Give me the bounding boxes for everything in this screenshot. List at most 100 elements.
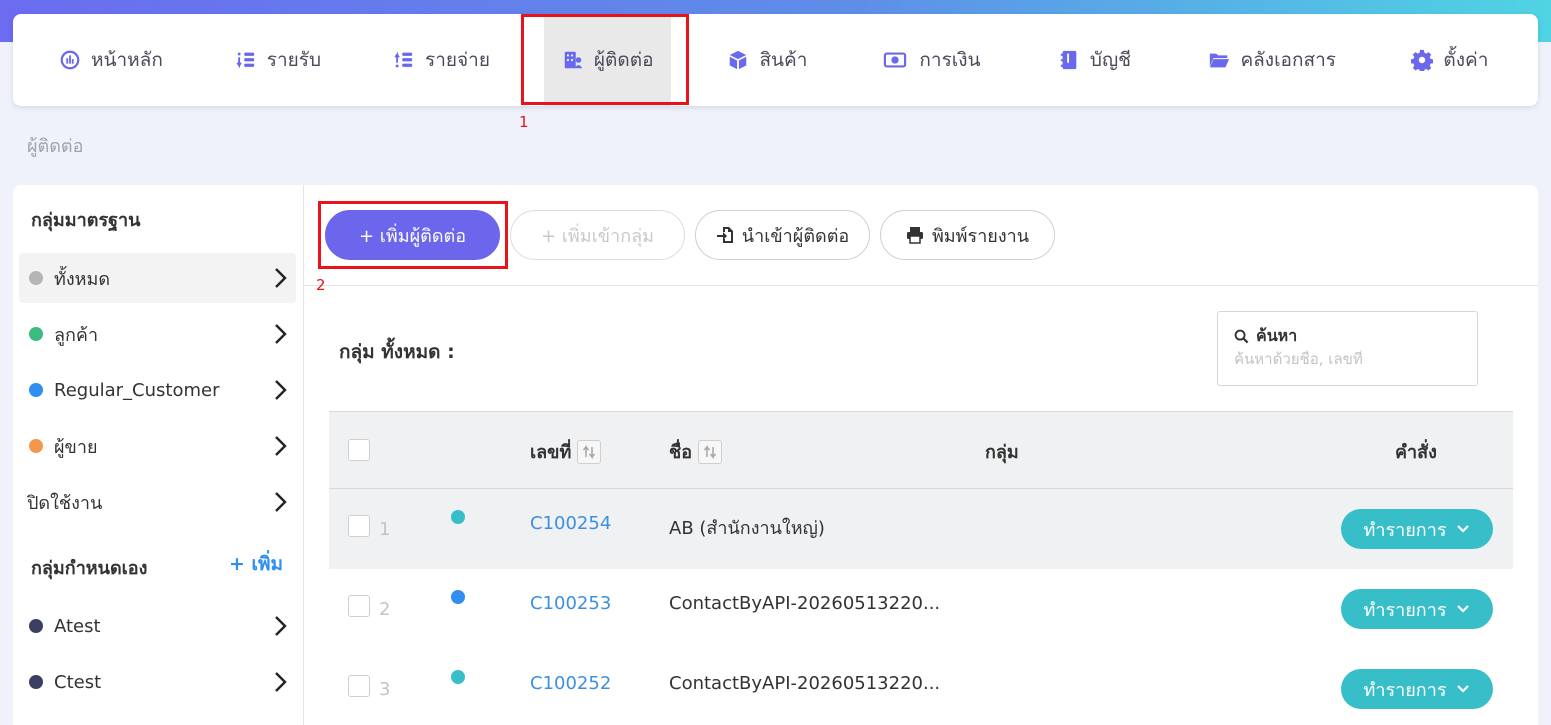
annotation-marker-1: 1 — [519, 113, 529, 131]
box-icon — [730, 50, 747, 70]
column-code-header[interactable]: เลขที่ — [530, 437, 602, 466]
gear-icon — [1411, 49, 1434, 71]
row-action-label: ทำรายการ — [1363, 679, 1447, 701]
group-title: กลุ่ม ทั้งหมด : — [339, 341, 455, 363]
toolbar-divider — [304, 285, 1538, 286]
add-custom-group-link[interactable]: + เพิ่ม — [229, 549, 283, 579]
sidebar-item-customers[interactable]: ลูกค้า — [19, 309, 296, 359]
nav-item-label: รายจ่าย — [425, 49, 490, 71]
sidebar-item-label: ผู้ขาย — [54, 436, 98, 458]
sidebar-item-regular-customer[interactable]: Regular_Customer — [19, 365, 296, 415]
column-name-header[interactable]: ชื่อ — [669, 437, 723, 466]
row-group-dot — [451, 510, 465, 524]
chevron-down-icon — [1457, 605, 1470, 613]
chevron-down-icon — [1457, 685, 1470, 693]
dashboard-icon — [60, 50, 80, 70]
table-row[interactable]: 1 C100254 AB (สำนักงานใหญ่) ทำรายการ — [329, 489, 1513, 569]
chevron-right-icon — [275, 616, 287, 636]
sidebar-item-disabled[interactable]: ปิดใช้งาน — [19, 477, 296, 527]
column-action-header: คำสั่ง — [1395, 442, 1437, 463]
row-checkbox[interactable] — [348, 595, 370, 617]
nav-item-label: ผู้ติดต่อ — [593, 49, 654, 71]
column-code-label: เลขที่ — [530, 442, 572, 463]
column-group-header: กลุ่ม — [985, 442, 1019, 463]
chevron-right-icon — [275, 436, 287, 456]
nav-item-income[interactable]: รายรับ — [217, 14, 339, 106]
nav-item-label: การเงิน — [919, 49, 981, 71]
print-report-button[interactable]: พิมพ์รายงาน — [880, 210, 1055, 260]
row-group-dot — [451, 590, 465, 604]
row-number: 2 — [379, 599, 391, 620]
sidebar-item-label: ทั้งหมด — [54, 268, 111, 290]
contact-code-link[interactable]: C100254 — [530, 513, 611, 534]
import-contacts-label: นำเข้าผู้ติดต่อ — [741, 225, 850, 247]
sidebar-item-vendors[interactable]: ผู้ขาย — [19, 421, 296, 471]
nav-item-accounting[interactable]: บัญชี — [1034, 14, 1154, 106]
nav-item-label: คลังเอกสาร — [1240, 49, 1336, 71]
custom-groups-heading: กลุ่มกำหนดเอง — [31, 558, 148, 579]
table-row[interactable]: 2 C100253 ContactByAPI-20260513220... ทำ… — [329, 569, 1513, 649]
add-to-group-button[interactable]: + เพิ่มเข้ากลุ่ม — [510, 210, 685, 260]
contact-code-link[interactable]: C100252 — [530, 673, 611, 694]
printer-icon — [906, 227, 923, 244]
money-icon — [884, 52, 907, 68]
import-contacts-button[interactable]: นำเข้าผู้ติดต่อ — [695, 210, 870, 260]
table-header: เลขที่ ชื่อ กลุ่ม คำสั่ง — [329, 411, 1513, 489]
sidebar-item-label: Ctest — [54, 671, 102, 693]
row-number: 1 — [379, 519, 391, 540]
sidebar: กลุ่มมาตรฐาน ทั้งหมด ลูกค้า Regular_Cust… — [13, 185, 304, 725]
nav-item-expense[interactable]: รายจ่าย — [375, 14, 508, 106]
row-group-dot — [451, 670, 465, 684]
nav-item-label: หน้าหลัก — [90, 49, 163, 71]
sort-icon[interactable] — [577, 439, 602, 464]
row-checkbox[interactable] — [348, 675, 370, 697]
ledger-icon — [1060, 50, 1077, 70]
chevron-right-icon — [275, 672, 287, 692]
nav-item-products[interactable]: สินค้า — [707, 14, 827, 106]
sidebar-item-all[interactable]: ทั้งหมด — [19, 253, 296, 303]
contacts-panel: + เพิ่มผู้ติดต่อ + เพิ่มเข้ากลุ่ม นำเข้า… — [304, 185, 1538, 725]
contact-code-link[interactable]: C100253 — [530, 593, 611, 614]
chevron-right-icon — [275, 268, 287, 288]
nav-item-documents[interactable]: คลังเอกสาร — [1190, 14, 1354, 106]
search-box[interactable]: ค้นหา — [1217, 311, 1478, 386]
row-action-button[interactable]: ทำรายการ — [1341, 589, 1493, 629]
nav-item-home[interactable]: หน้าหลัก — [41, 14, 181, 106]
group-color-dot — [29, 327, 43, 341]
row-checkbox[interactable] — [348, 515, 370, 537]
select-all-checkbox[interactable] — [348, 439, 370, 461]
table-row[interactable]: 3 C100252 ContactByAPI-20260513220... ทำ… — [329, 649, 1513, 725]
sidebar-item-ctest[interactable]: Ctest — [19, 657, 296, 707]
add-contact-button[interactable]: + เพิ่มผู้ติดต่อ — [325, 210, 500, 260]
standard-groups-heading: กลุ่มมาตรฐาน — [31, 210, 141, 231]
row-number: 3 — [379, 679, 391, 700]
main-nav: หน้าหลัก รายรับ รายจ่าย ผู้ติดต่อ สินค้า… — [13, 14, 1538, 106]
sidebar-item-label: Regular_Customer — [54, 379, 220, 401]
annotation-marker-2: 2 — [316, 276, 326, 294]
sort-icon[interactable] — [698, 439, 723, 464]
chevron-right-icon — [275, 380, 287, 400]
row-action-label: ทำรายการ — [1363, 519, 1447, 541]
contact-name: ContactByAPI-20260513220... — [669, 673, 941, 694]
nav-item-label: รายรับ — [266, 49, 322, 71]
search-input[interactable] — [1234, 350, 1464, 368]
row-action-button[interactable]: ทำรายการ — [1341, 509, 1493, 549]
income-icon — [236, 52, 255, 69]
expense-icon — [394, 51, 413, 68]
nav-item-settings[interactable]: ตั้งค่า — [1390, 14, 1510, 106]
row-action-button[interactable]: ทำรายการ — [1341, 669, 1493, 709]
group-color-dot — [29, 675, 43, 689]
sidebar-item-atest[interactable]: Atest — [19, 601, 296, 651]
nav-item-contacts[interactable]: ผู้ติดต่อ — [543, 14, 672, 106]
nav-item-finance[interactable]: การเงิน — [863, 14, 998, 106]
chevron-down-icon — [1457, 525, 1470, 533]
contacts-icon — [564, 51, 583, 69]
search-icon — [1234, 329, 1249, 344]
row-action-label: ทำรายการ — [1363, 599, 1447, 621]
nav-item-label: สินค้า — [759, 49, 808, 71]
group-color-dot — [29, 619, 43, 633]
breadcrumb: ผู้ติดต่อ — [27, 136, 84, 157]
search-label: ค้นหา — [1234, 324, 1297, 349]
contact-name: ContactByAPI-20260513220... — [669, 593, 941, 614]
sidebar-item-label: Atest — [54, 615, 101, 637]
